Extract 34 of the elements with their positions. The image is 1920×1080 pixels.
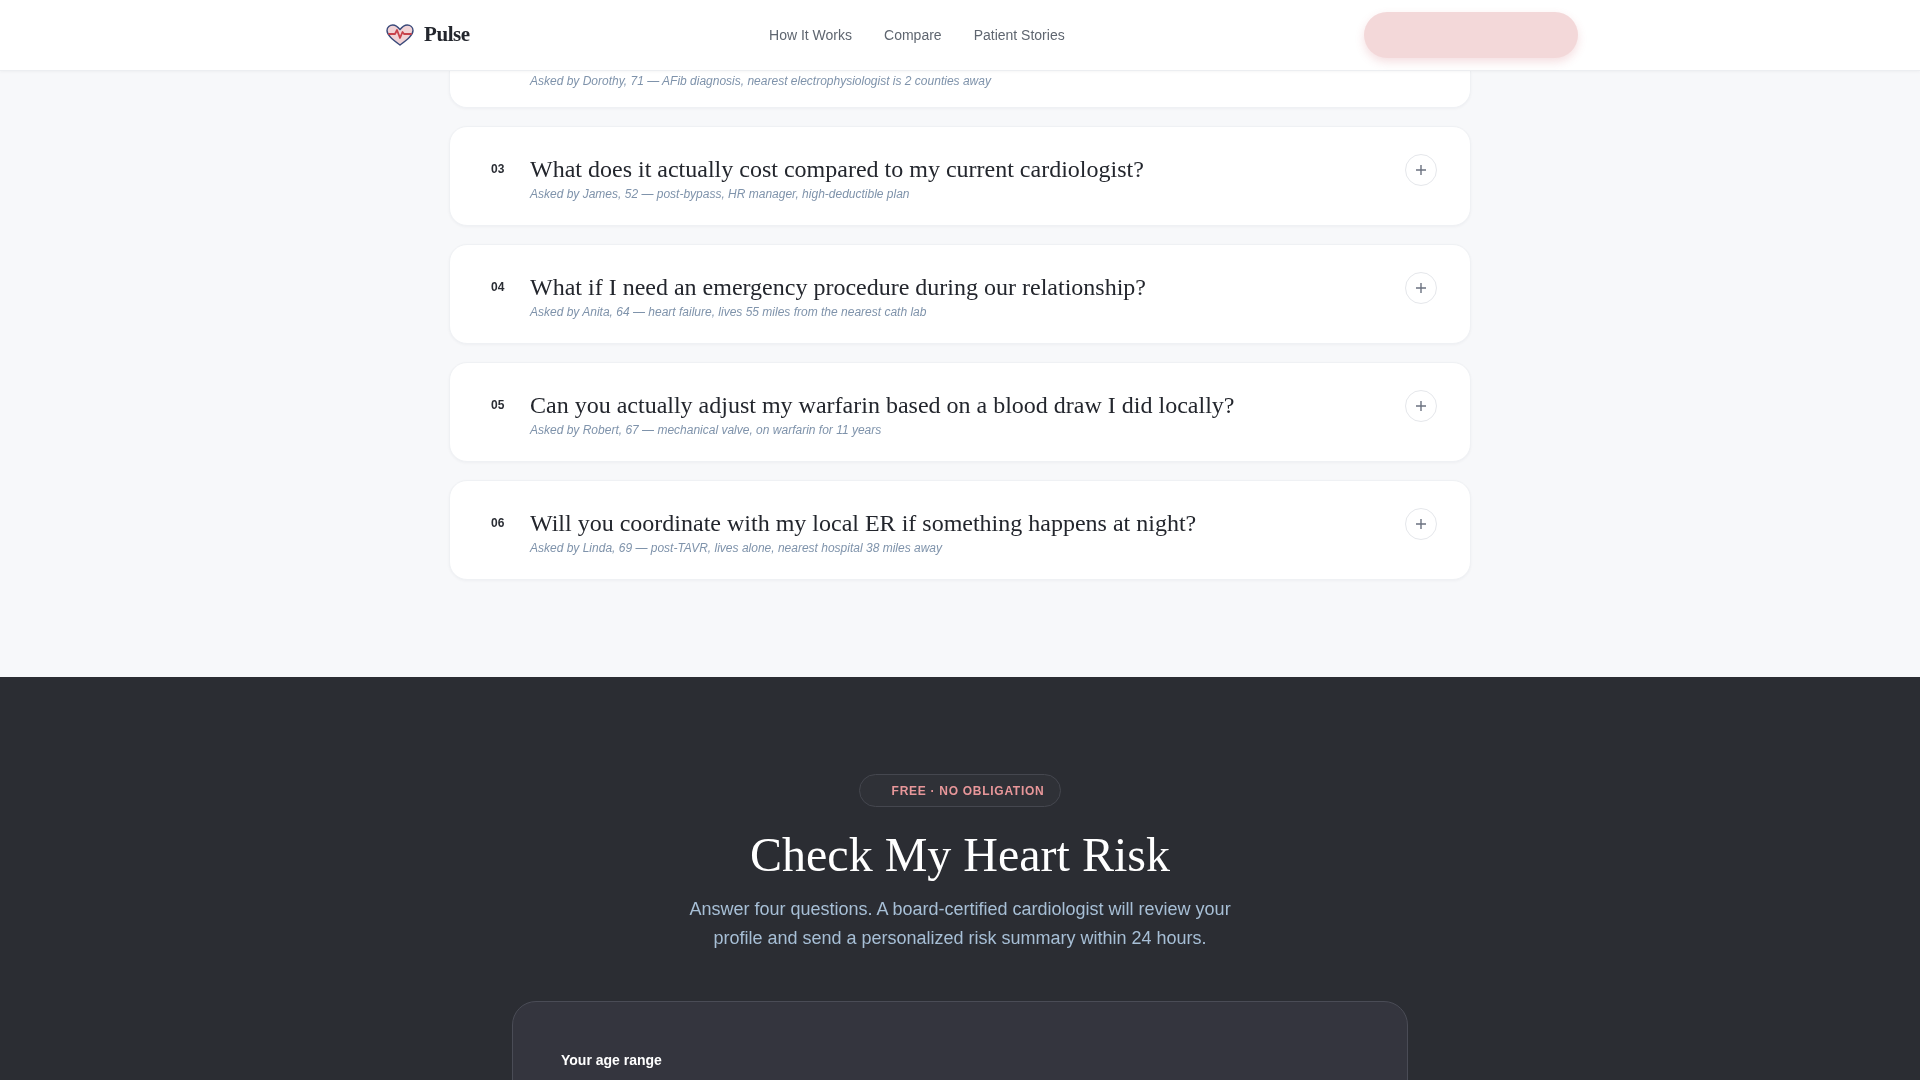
asked-by-text: Asked by Dorothy, 71 — AFib diagnosis, nearest electrophysiologist is 2 counties away <box>530 73 991 89</box>
nav-link[interactable]: Patient Stories <box>973 24 1065 46</box>
faq-card[interactable]: 05 Can you actually adjust my warfarin based on a blood draw I did locally? Asked by Robert, 67 — mechanical valve, on warfarin for 11 years <box>449 362 1471 462</box>
question-number: 06 <box>491 515 506 532</box>
asked-by-text: Asked by Anita, 64 — heart failure, lives 55 miles from the nearest cath lab <box>530 304 927 320</box>
question-text: Will you coordinate with my local ER if something happens at night? <box>530 509 1197 538</box>
heart-pulse-icon <box>386 24 414 46</box>
question-number: 04 <box>491 279 506 296</box>
expand-button[interactable] <box>1405 508 1437 540</box>
plus-icon <box>1416 519 1426 529</box>
expand-button[interactable] <box>1405 272 1437 304</box>
question-text: What if I need an emergency procedure during our relationship? <box>530 273 1146 302</box>
question-text: Can you actually adjust my warfarin based on a blood draw I did locally? <box>530 391 1235 420</box>
section-heading: Check My Heart Risk <box>750 827 1170 883</box>
question-number: 03 <box>491 161 506 178</box>
question-text: What does it actually cost compared to my current cardiologist? <box>530 155 1144 184</box>
question-number: 05 <box>491 397 506 414</box>
faq-card[interactable]: 04 What if I need an emergency procedure during our relationship? Asked by Anita, 64 — heart failure, lives 55 miles from the nearest cath lab <box>449 244 1471 344</box>
brand-name[interactable]: Pulse <box>424 19 470 51</box>
asked-by-text: Asked by Linda, 69 — post-TAVR, lives alone, nearest hospital 38 miles away <box>530 540 942 556</box>
field-label: Your age range <box>561 1051 662 1070</box>
asked-by-text: Asked by Robert, 67 — mechanical valve, on warfarin for 11 years <box>530 422 882 438</box>
expand-button[interactable] <box>1405 390 1437 422</box>
nav-link[interactable]: How It Works <box>769 24 853 46</box>
plus-icon <box>1416 401 1426 411</box>
plus-icon <box>1416 283 1426 293</box>
nav-link[interactable]: Compare <box>884 24 942 46</box>
section-description: Answer four questions. A board-certified cardiologist will review your profile and send a personalized risk summary within 24 hours. <box>688 898 1232 950</box>
badge: FREE · NO OBLIGATION <box>858 774 1062 807</box>
asked-by-text: Asked by James, 52 — post-bypass, HR manager, high-deductible plan <box>530 186 910 202</box>
plus-icon <box>1416 165 1426 175</box>
faq-card[interactable]: 03 What does it actually cost compared to my current cardiologist? Asked by James, 52 — post-bypass, HR manager, high-deductible plan <box>449 126 1471 226</box>
faq-card[interactable]: 06 Will you coordinate with my local ER if something happens at night? Asked by Linda, 69 — post-TAVR, lives alone, nearest hospital 38 miles away <box>449 480 1471 580</box>
expand-button[interactable] <box>1405 154 1437 186</box>
